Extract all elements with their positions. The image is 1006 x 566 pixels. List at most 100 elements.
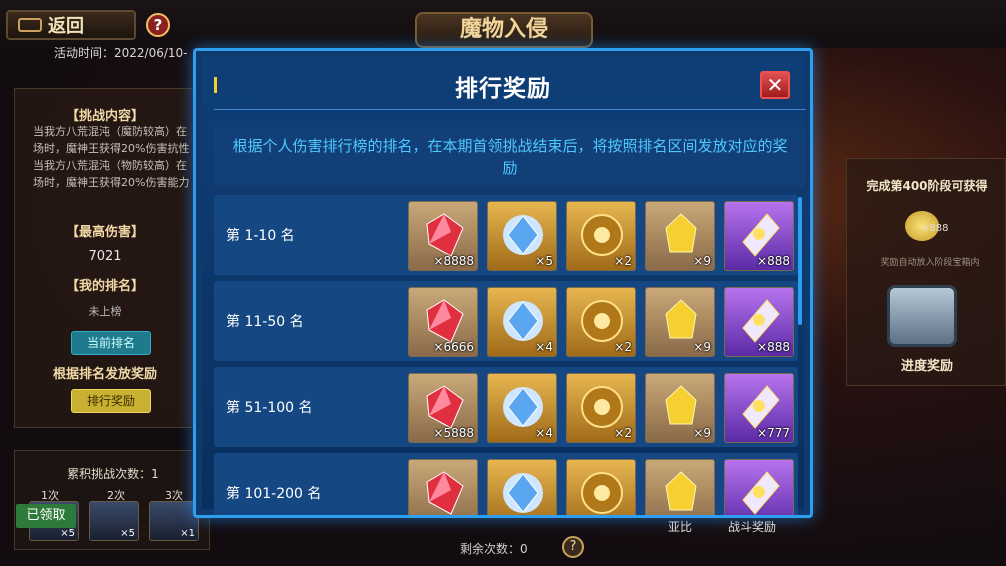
rank-reward-modal: 排行奖励 ✕ 根据个人伤害排行榜的排名，在本期首领挑战结束后，将按照排名区间发放… [193, 48, 813, 518]
underlying-label-1: 亚比 [668, 520, 693, 534]
rank-row-2: 第 11-50 名 ×6666 ×4 ×2 ×9 ×888 [214, 281, 798, 361]
reward-slot-3[interactable]: ×1 [149, 501, 199, 541]
item-qty: ×2 [614, 426, 632, 440]
item-qty: ×8888 [433, 254, 474, 268]
rank-label: 第 101-200 名 [226, 486, 322, 502]
item-qty: ×9 [693, 426, 711, 440]
item-qty: ×6666 [433, 340, 474, 354]
gold-crystal-icon [665, 299, 697, 339]
gold-crystal-icon [665, 471, 697, 511]
red-crystal-icon [426, 471, 464, 515]
blue-gem-icon [503, 215, 543, 255]
rank-row-3: 第 51-100 名 ×5888 ×4 ×2 ×9 ×777 [214, 367, 798, 447]
red-crystal-icon [426, 385, 464, 429]
back-label: 返回 [48, 16, 84, 37]
reward-list[interactable]: 第 1-10 名 ×8888 ×5 ×2 ×9 ×888 第 11-50 名 ×… [214, 195, 798, 515]
purple-shard-icon [742, 213, 780, 257]
reward-description: 根据个人伤害排行榜的排名，在本期首领挑战结束后，将按照排名区间发放对应的奖励 [214, 127, 806, 187]
reward-item-blue-gem[interactable]: ×5 [487, 201, 557, 271]
blue-gem-icon [503, 473, 543, 513]
help-icon-bottom[interactable]: ? [562, 536, 584, 558]
rank-label: 第 1-10 名 [226, 228, 295, 244]
reward-item-purple-shard[interactable]: ×888 [724, 201, 794, 271]
back-button[interactable]: 返回 [6, 10, 136, 40]
rank-reward-button[interactable]: 排行奖励 [71, 389, 151, 413]
remaining-count: 剩余次数：0 [460, 542, 528, 556]
item-qty: ×2 [614, 340, 632, 354]
item-qty: ×5 [535, 254, 553, 268]
max-damage-title: 【最高伤害】 [65, 225, 144, 240]
reward-item-red-crystal[interactable]: ×6666 [408, 287, 478, 357]
item-qty: ×777 [757, 426, 790, 440]
treasure-chest-icon[interactable] [887, 285, 957, 347]
scrollbar[interactable] [798, 197, 802, 325]
rank-row-1: 第 1-10 名 ×8888 ×5 ×2 ×9 ×888 [214, 195, 798, 275]
red-crystal-icon [426, 213, 464, 257]
item-qty: ×2 [614, 254, 632, 268]
purple-shard-icon [742, 385, 780, 429]
golden-orb-icon [581, 214, 623, 256]
cumulative-challenge-panel: 累积挑战次数：1 1次 2次 3次 ×5 ×5 ×1 [14, 450, 210, 550]
reward-item-golden-orb[interactable]: ×2 [566, 287, 636, 357]
event-title: 魔物入侵 [415, 12, 593, 48]
underlying-label-2: 战斗奖励 [728, 520, 777, 534]
golden-orb-icon [581, 472, 623, 514]
reward-item-purple-shard[interactable]: ×888 [724, 287, 794, 357]
modal-title: 排行奖励 [455, 76, 551, 102]
reward-item-purple-shard[interactable] [724, 459, 794, 515]
gold-crystal-icon [665, 385, 697, 425]
reward-item-purple-shard[interactable]: ×777 [724, 373, 794, 443]
slot-qty-3: ×1 [180, 528, 195, 539]
slot-qty-1: ×5 [60, 528, 75, 539]
reward-item-gold-crystal[interactable]: ×9 [645, 201, 715, 271]
item-qty: ×4 [535, 340, 553, 354]
item-qty: ×888 [757, 340, 790, 354]
reward-item-golden-orb[interactable] [566, 459, 636, 515]
reward-item-red-crystal[interactable]: ×5888 [408, 373, 478, 443]
rank-label: 第 11-50 名 [226, 314, 304, 330]
my-rank-value: 未上榜 [88, 305, 122, 318]
item-qty: ×4 [535, 426, 553, 440]
challenge-title: 【挑战内容】 [65, 109, 144, 124]
progress-title: 完成第400阶段可获得 [866, 179, 988, 193]
claimed-badge: 已领取 [16, 504, 76, 528]
golden-orb-icon [581, 300, 623, 342]
activity-time: 活动时间：2022/06/10- [54, 46, 188, 60]
my-rank-title: 【我的排名】 [65, 279, 144, 294]
reward-item-red-crystal[interactable]: ×8888 [408, 201, 478, 271]
reward-item-red-crystal[interactable] [408, 459, 478, 515]
reward-item-gold-crystal[interactable] [645, 459, 715, 515]
progress-note: 奖励自动放入阶段宝箱内 [880, 258, 980, 268]
reward-item-golden-orb[interactable]: ×2 [566, 201, 636, 271]
blue-gem-icon [503, 387, 543, 427]
reward-item-gold-crystal[interactable]: ×9 [645, 287, 715, 357]
modal-body: 排行奖励 ✕ 根据个人伤害排行榜的排名，在本期首领挑战结束后，将按照排名区间发放… [202, 57, 806, 515]
gold-crystal-icon [665, 213, 697, 253]
reward-item-gold-crystal[interactable]: ×9 [645, 373, 715, 443]
challenge-panel: 【挑战内容】 当我方八荒混沌（魔防较高）在场时，魔神王获得20%伤害抗性 当我方… [14, 88, 194, 428]
red-crystal-icon [426, 299, 464, 343]
reward-slot-2[interactable]: ×5 [89, 501, 139, 541]
rank-row-4: 第 101-200 名 [214, 453, 798, 515]
coin-qty: ×888 [921, 223, 949, 234]
current-rank-button[interactable]: 当前排名 [71, 331, 151, 355]
reward-item-blue-gem[interactable] [487, 459, 557, 515]
help-icon[interactable]: ? [146, 13, 170, 37]
reward-item-golden-orb[interactable]: ×2 [566, 373, 636, 443]
purple-shard-icon [742, 471, 780, 515]
purple-shard-icon [742, 299, 780, 343]
reward-item-blue-gem[interactable]: ×4 [487, 287, 557, 357]
reward-by-rank-text: 根据排名发放奖励 [52, 367, 157, 382]
blue-gem-icon [503, 301, 543, 341]
close-button[interactable]: ✕ [760, 71, 790, 99]
golden-orb-icon [581, 386, 623, 428]
slot-qty-2: ×5 [120, 528, 135, 539]
rank-label: 第 51-100 名 [226, 400, 313, 416]
challenge-text: 当我方八荒混沌（魔防较高）在场时，魔神王获得20%伤害抗性 当我方八荒混沌（物防… [33, 125, 190, 189]
progress-reward-panel: 完成第400阶段可获得 ×888 奖励自动放入阶段宝箱内 进度奖励 [846, 158, 1006, 386]
item-qty: ×9 [693, 254, 711, 268]
item-qty: ×5888 [433, 426, 474, 440]
item-qty: ×888 [757, 254, 790, 268]
reward-item-blue-gem[interactable]: ×4 [487, 373, 557, 443]
item-qty: ×9 [693, 340, 711, 354]
